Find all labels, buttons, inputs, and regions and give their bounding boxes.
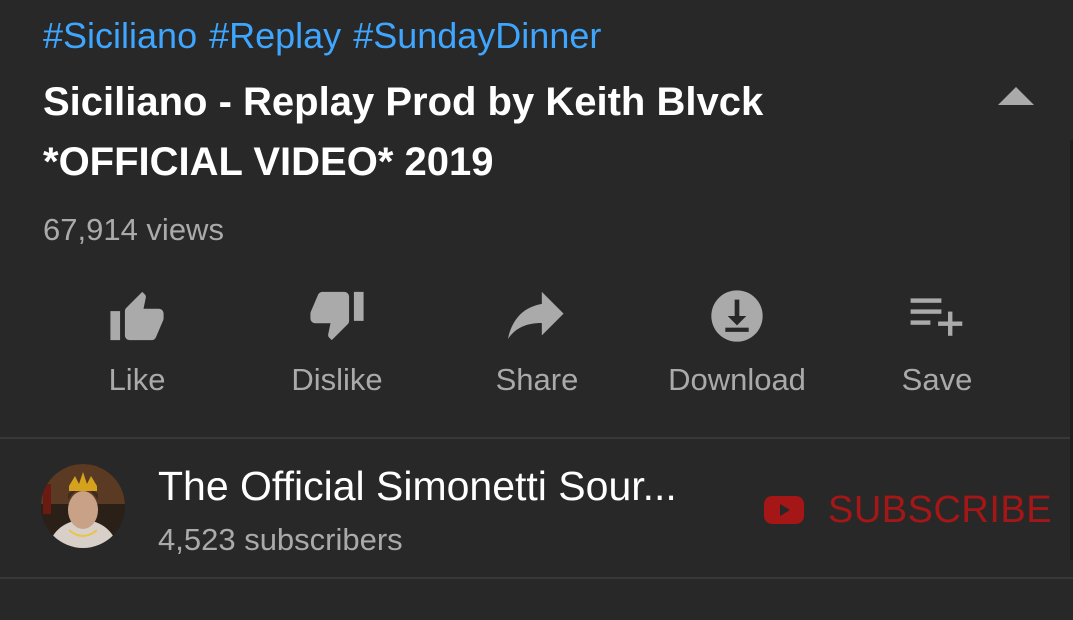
- like-button[interactable]: Like: [37, 282, 237, 412]
- video-title-line: Siciliano - Replay Prod by Keith Blvck: [43, 80, 764, 124]
- save-button[interactable]: Save: [837, 282, 1037, 412]
- hashtag-link[interactable]: #Siciliano: [43, 15, 197, 56]
- video-details-panel: #Siciliano #Replay #SundayDinner Siciliano…: [0, 0, 1073, 620]
- like-label: Like: [108, 362, 166, 397]
- dislike-button[interactable]: Dislike: [237, 282, 437, 412]
- share-button[interactable]: Share: [437, 282, 637, 412]
- channel-name[interactable]: The Official Simonetti Sour...: [158, 460, 738, 512]
- avatar-image: [41, 464, 125, 548]
- youtube-play-icon: [764, 495, 806, 525]
- download-icon: [707, 286, 767, 346]
- divider: [0, 437, 1073, 439]
- subscribe-button[interactable]: SUBSCRIBE: [764, 486, 1052, 534]
- share-arrow-icon: [507, 286, 567, 346]
- download-button[interactable]: Download: [637, 282, 837, 412]
- hashtag-row: #Siciliano #Replay #SundayDinner: [43, 14, 613, 58]
- action-bar: Like Dislike Share Download Save: [37, 282, 1037, 412]
- channel-avatar[interactable]: [41, 464, 125, 548]
- thumbs-up-icon: [107, 286, 167, 346]
- hashtag-link[interactable]: #SundayDinner: [353, 15, 601, 56]
- playlist-add-icon: [907, 286, 967, 346]
- video-title: Siciliano - Replay Prod by Keith Blvck *…: [43, 72, 843, 192]
- collapse-description-button[interactable]: [996, 84, 1036, 108]
- divider: [0, 577, 1073, 579]
- view-count: 67,914 views: [43, 212, 224, 247]
- subscribe-label: SUBSCRIBE: [828, 489, 1053, 531]
- download-label: Download: [668, 362, 806, 397]
- video-title-line: *OFFICIAL VIDEO* 2019: [43, 140, 494, 184]
- share-label: Share: [495, 362, 579, 397]
- subscriber-count: 4,523 subscribers: [158, 522, 403, 557]
- chevron-up-icon: [998, 87, 1034, 105]
- dislike-label: Dislike: [291, 362, 383, 397]
- save-label: Save: [901, 362, 973, 397]
- hashtag-link[interactable]: #Replay: [209, 15, 341, 56]
- thumbs-down-icon: [307, 286, 367, 346]
